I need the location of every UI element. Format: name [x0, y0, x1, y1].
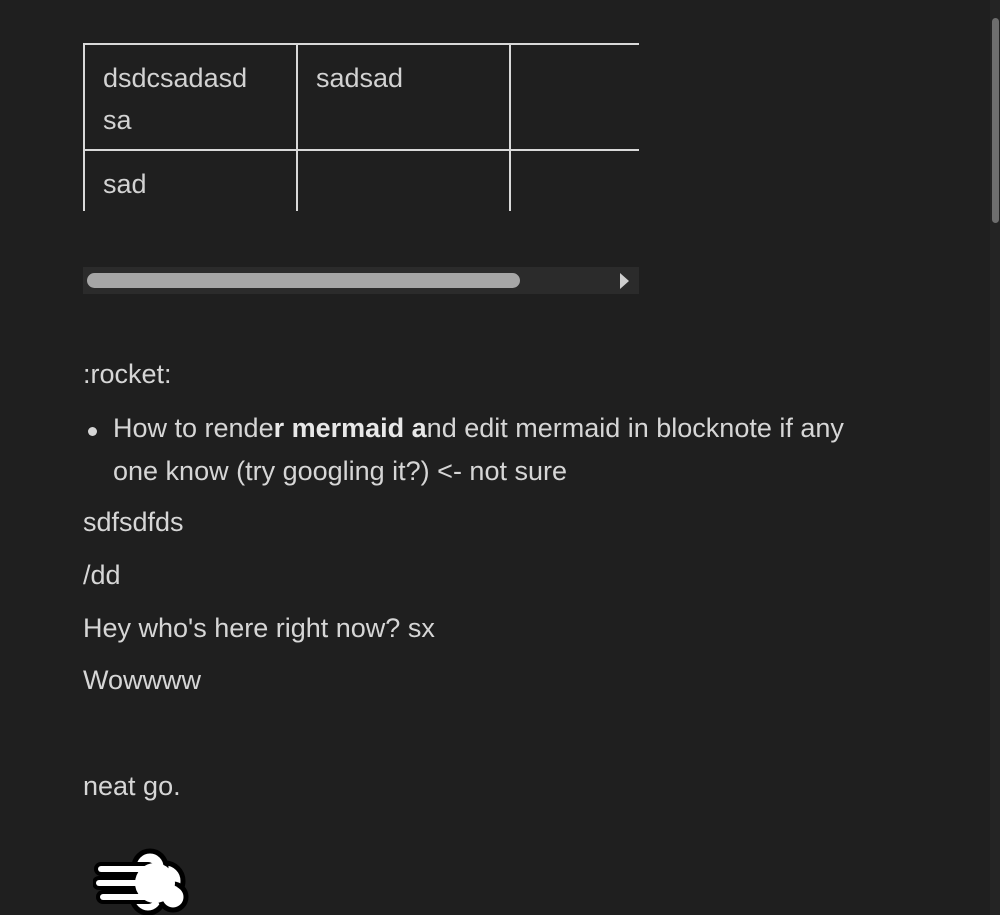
table-row: dsdcsadasd sa sadsad	[83, 43, 639, 151]
scroll-right-arrow-icon[interactable]	[620, 273, 629, 289]
table-cell[interactable]	[509, 43, 639, 151]
paragraph[interactable]: Hey who's here right now? sx	[83, 613, 435, 644]
scrollbar-thumb[interactable]	[87, 273, 520, 288]
paragraph[interactable]: neat go.	[83, 771, 181, 802]
bullet-text-bold: r mermaid a	[273, 413, 427, 443]
table-container: dsdcsadasd sa sadsad sad	[83, 43, 639, 211]
bullet-dot-icon	[88, 427, 97, 436]
table-horizontal-scrollbar[interactable]	[83, 267, 639, 294]
emoji-shortcode-text[interactable]: :rocket:	[83, 359, 172, 390]
page-scrollbar[interactable]	[990, 0, 1000, 915]
table-cell[interactable]	[509, 149, 639, 211]
bullet-item-text[interactable]: How to render mermaid and edit mermaid i…	[113, 407, 883, 493]
page-scrollbar-thumb[interactable]	[992, 18, 999, 223]
table-cell[interactable]: dsdcsadasd sa	[83, 43, 298, 151]
paragraph[interactable]: Wowwww	[83, 665, 201, 696]
paragraph[interactable]: sdfsdfds	[83, 507, 184, 538]
table-cell[interactable]: sad	[83, 149, 298, 211]
paragraph[interactable]: /dd	[83, 560, 121, 591]
bullet-text-part1: How to rende	[113, 413, 274, 443]
dash-cloud-icon	[93, 848, 189, 915]
table-cell[interactable]	[296, 149, 511, 211]
table-row: sad	[83, 149, 639, 211]
table-cell[interactable]: sadsad	[296, 43, 511, 151]
content-table: dsdcsadasd sa sadsad sad	[83, 43, 639, 211]
